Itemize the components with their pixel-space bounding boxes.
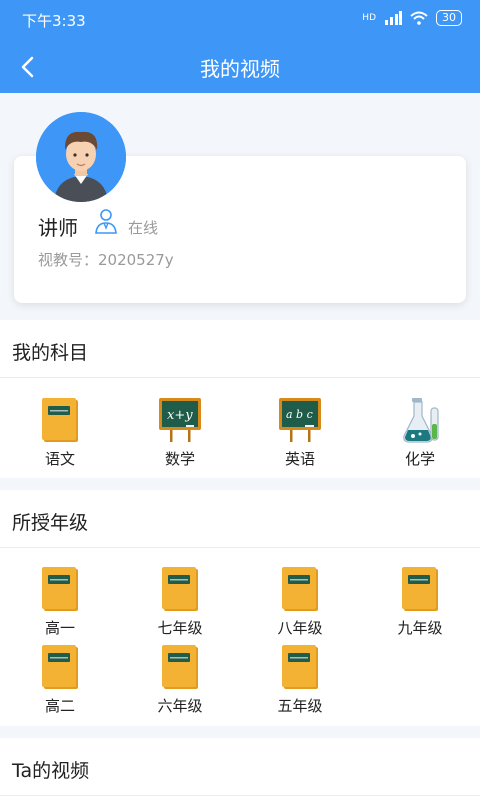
svg-text:a b c: a b c <box>286 408 313 421</box>
wifi-icon <box>410 11 428 25</box>
top-bar: 下午3:33 HD 30 我的视频 <box>0 0 480 93</box>
grades-section: 所授年级 高一 七年级 八年级 九年级 高二 六年级 五年级 <box>0 490 480 726</box>
book-icon <box>42 645 78 689</box>
book-icon <box>42 398 78 442</box>
network-label: HD <box>362 13 376 23</box>
videos-title: Ta的视频 <box>12 760 90 782</box>
divider <box>0 377 480 378</box>
subject-label: 化学 <box>404 450 435 468</box>
subject-label: 数学 <box>164 450 195 468</box>
subject-math[interactable]: x+y 数学 <box>120 396 240 469</box>
signal-icon <box>385 11 402 25</box>
page-title: 我的视频 <box>200 57 280 81</box>
avatar[interactable] <box>36 112 126 202</box>
subject-chinese[interactable]: 语文 <box>0 396 120 469</box>
grade-item[interactable]: 六年级 <box>120 643 240 716</box>
teacher-icon <box>95 209 117 234</box>
teacher-name: 讲师 <box>38 216 78 240</box>
battery-indicator: 30 <box>436 10 462 26</box>
grade-label: 九年级 <box>397 619 443 637</box>
divider <box>0 795 480 796</box>
subject-chemistry[interactable]: 化学 <box>360 396 480 469</box>
grade-label: 七年级 <box>157 619 203 637</box>
grade-item[interactable]: 高二 <box>0 643 120 716</box>
book-icon <box>282 567 318 611</box>
grade-label: 高二 <box>44 697 75 715</box>
divider <box>0 547 480 548</box>
user-avatar-icon <box>36 112 126 202</box>
grade-item[interactable]: 九年级 <box>360 565 480 638</box>
nav-bar: 我的视频 <box>0 40 480 93</box>
videos-section: Ta的视频 <box>0 738 480 800</box>
status-bar: 下午3:33 HD 30 <box>0 0 480 40</box>
status-time: 下午3:33 <box>22 12 86 30</box>
status-icons: HD 30 <box>362 10 462 26</box>
subjects-section: 我的科目 语文 x+y 数学 a b c 英语 化学 <box>0 320 480 478</box>
math-board-icon: x+y <box>159 398 201 442</box>
view-id: 视教号：2020527y <box>38 251 174 269</box>
svg-text:x+y: x+y <box>167 408 193 423</box>
grades-title: 所授年级 <box>12 512 89 534</box>
online-status: 在线 <box>128 219 159 237</box>
subjects-title: 我的科目 <box>12 342 89 364</box>
grade-label: 六年级 <box>157 697 203 715</box>
chemistry-flask-icon <box>403 398 439 443</box>
subject-label: 语文 <box>44 450 75 468</box>
grade-item[interactable]: 八年级 <box>240 565 360 638</box>
subject-english[interactable]: a b c 英语 <box>240 396 360 469</box>
grade-item[interactable]: 五年级 <box>240 643 360 716</box>
grade-label: 高一 <box>44 619 75 637</box>
book-icon <box>162 567 198 611</box>
book-icon <box>42 567 78 611</box>
book-icon <box>162 645 198 689</box>
grade-item[interactable]: 七年级 <box>120 565 240 638</box>
english-board-icon: a b c <box>279 398 321 442</box>
grade-label: 五年级 <box>277 697 323 715</box>
subject-label: 英语 <box>284 450 315 468</box>
book-icon <box>282 645 318 689</box>
book-icon <box>402 567 438 611</box>
grade-label: 八年级 <box>277 619 323 637</box>
grade-item[interactable]: 高一 <box>0 565 120 638</box>
